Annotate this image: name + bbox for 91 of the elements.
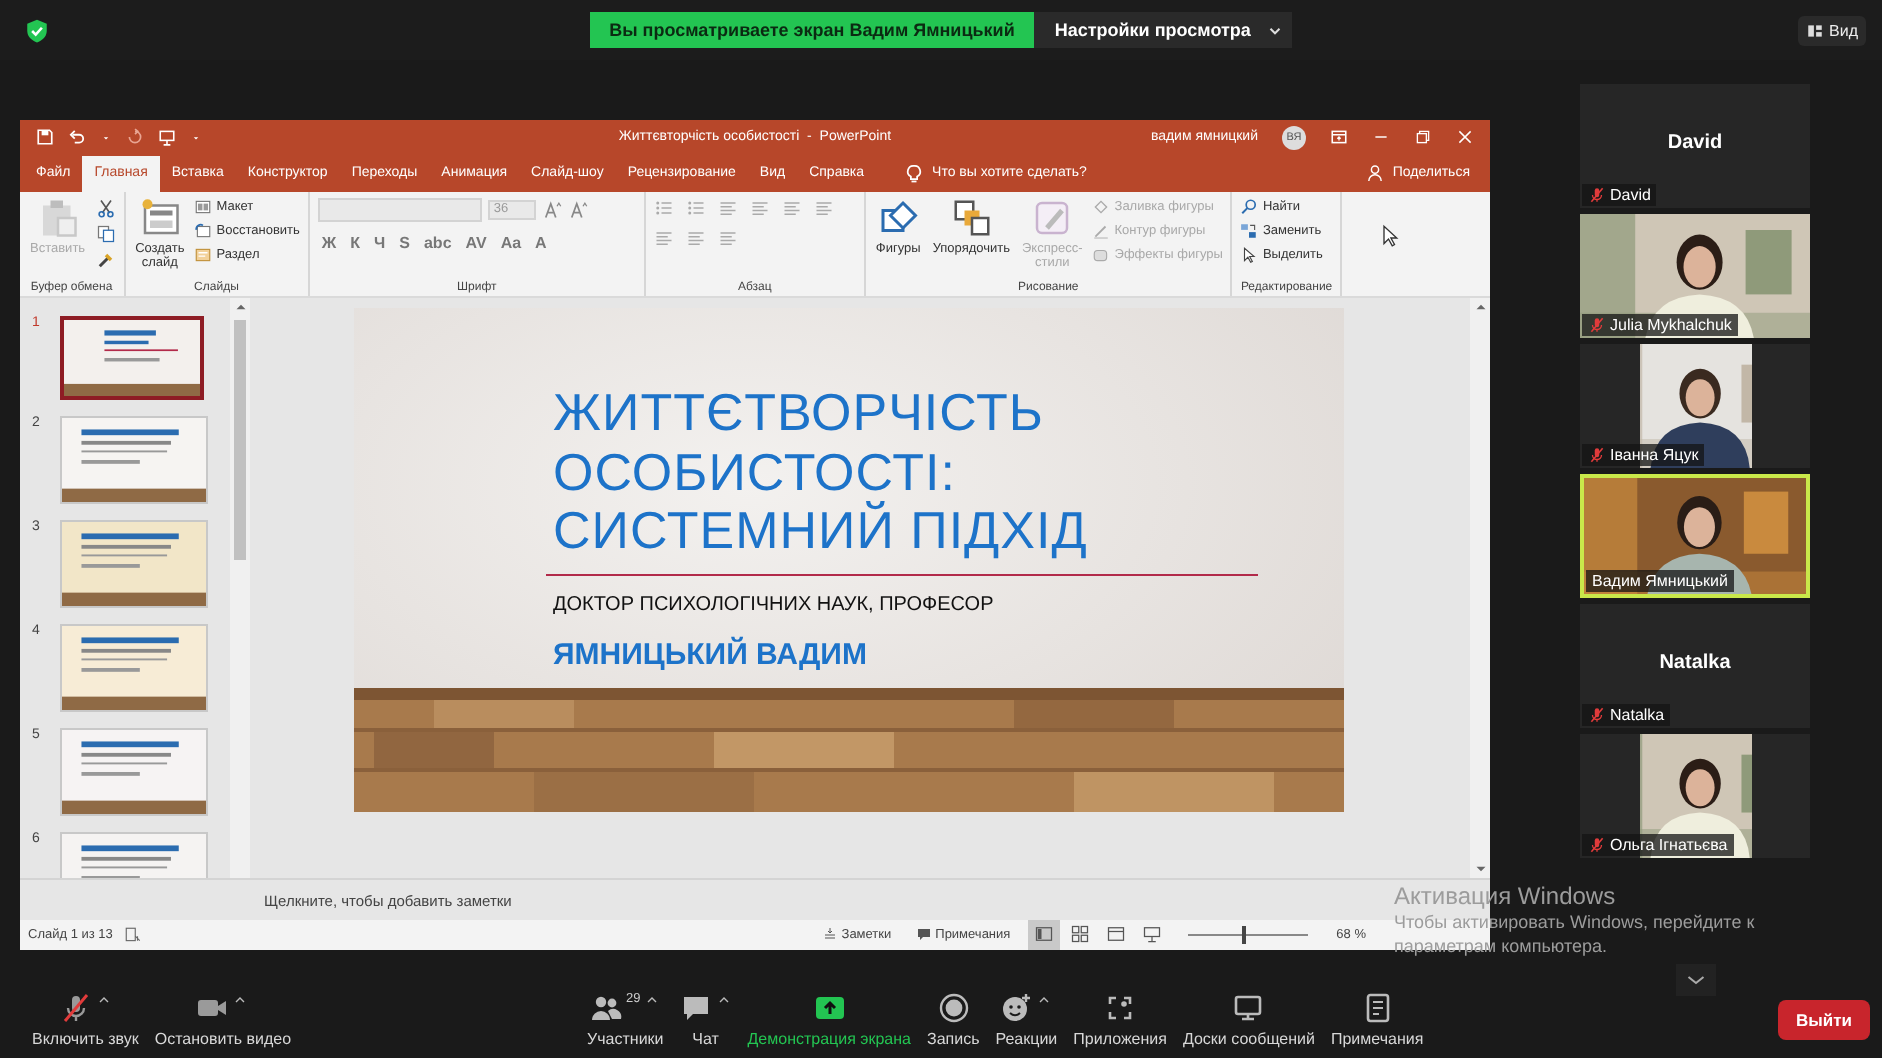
toolbar-button[interactable]: Примечания [1322,991,1432,1047]
replace-icon [1240,221,1259,240]
paint-bucket-icon [1092,197,1111,216]
scroll-down-button[interactable] [1676,964,1716,996]
participant-name: Іванна Яцук [1582,444,1705,466]
lightbulb-icon [904,163,925,184]
format-button[interactable]: AV [461,233,491,252]
person-icon [1366,164,1385,183]
chat-icon [679,991,712,1023]
toolbar-button[interactable]: Чат [671,991,740,1047]
format-button[interactable]: К [346,233,365,252]
arrange-icon [951,197,992,238]
format-button[interactable]: S [395,233,414,252]
format-button[interactable]: Aa [496,233,526,252]
cursor-icon [1240,245,1259,264]
redo-icon[interactable] [126,128,144,147]
copy-icon[interactable] [95,223,116,244]
presentation-icon[interactable] [158,128,176,147]
view-mode-button[interactable] [1028,919,1061,950]
slide-sorter-icon [1070,924,1091,945]
viewing-banner: Вы просматриваете экран Вадим Ямницький [589,12,1035,48]
toolbar-button[interactable]: Доски сообщений [1174,991,1323,1047]
layout-icon [194,197,213,216]
participant-tile[interactable]: Natalka Natalka [1580,604,1810,728]
shapes-icon [878,197,919,238]
caret-icon[interactable] [100,131,112,144]
pencil-icon [1092,221,1111,240]
new-slide-icon [139,197,180,238]
participant-name: David [1582,184,1657,206]
style-icon [1032,197,1073,238]
scissors-icon[interactable] [95,197,116,218]
participant-name: Julia Mykhalchuk [1582,314,1738,336]
toolbar-button[interactable]: Приложения [1065,991,1175,1047]
apps-icon [1104,991,1137,1023]
scrollbar-thumb[interactable] [234,320,246,561]
font-size-icon[interactable] [567,199,588,220]
shield-icon [24,17,50,43]
mouse-pointer-icon [1378,223,1403,248]
view-options-button[interactable]: Настройки просмотра [1034,12,1293,48]
comment-icon [915,926,932,943]
slide-author: ЯМНИЦЬКИЙ ВАДИМ [553,638,869,673]
smiley-icon [1000,991,1033,1023]
participant-tile[interactable]: Іванна Яцук [1580,344,1810,468]
toolbar-button[interactable]: Реакции [987,991,1066,1047]
font-name-field[interactable] [317,197,482,222]
brush-icon[interactable] [95,249,116,270]
participant-tile[interactable]: Ольга Ігнатьєва [1580,734,1810,858]
participant-title: David [1667,132,1723,158]
clipboard-icon [37,197,78,238]
close-icon[interactable] [1456,128,1474,147]
participant-tile[interactable]: Вадим Ямницький [1580,474,1810,598]
participant-name: Natalka [1582,704,1671,726]
people-icon [590,991,623,1023]
notepad-icon [1361,991,1394,1023]
format-button[interactable]: Ж [317,233,341,252]
normal-view-icon [1034,924,1055,945]
slide-thumbnail[interactable] [60,316,204,401]
participant-name: Вадим Ямницький [1586,570,1734,592]
slideshow-icon [1142,924,1163,945]
section-icon [194,245,213,264]
effects-icon [1092,245,1111,264]
toolbar-button[interactable]: Остановить видео [146,991,300,1047]
toolbar-button[interactable]: Включить звук [24,991,147,1047]
participant-tile[interactable]: David David [1580,84,1810,208]
format-button[interactable]: A [531,233,551,252]
font-size-icon[interactable] [541,199,562,220]
caret-icon[interactable] [190,131,202,144]
save-icon[interactable] [36,128,54,147]
toolbar-button[interactable]: Демонстрация экрана [739,991,919,1047]
share-screen-icon [813,991,846,1023]
reset-icon [194,221,213,240]
participant-name: Ольга Ігнатьєва [1582,834,1734,856]
search-icon [1240,197,1259,216]
slide-title: ЖИТТЄТВОРЧІСТЬ ОСОБИСТОСТІ: СИСТЕМНИЙ ПІДХІД [553,384,1090,561]
view-button[interactable]: Вид [1797,15,1866,45]
toolbar-button[interactable]: Запись [919,991,988,1047]
notes-icon [821,926,838,943]
layout-icon [1805,21,1824,39]
whiteboard-icon [1232,991,1265,1023]
ribbon-display-icon[interactable] [1330,128,1348,147]
slide-subtitle: ДОКТОР ПСИХОЛОГІЧНИХ НАУК, ПРОФЕСОР [553,594,996,617]
format-button[interactable]: Ч [370,233,390,252]
restore-icon[interactable] [1414,128,1432,147]
muted-mic-icon [59,991,92,1023]
reading-view-icon [1106,924,1127,945]
accessibility-icon[interactable] [124,925,143,944]
record-icon [937,991,970,1023]
participant-tile[interactable]: Julia Mykhalchuk [1580,214,1810,338]
undo-icon[interactable] [68,128,86,147]
format-button[interactable]: abc [419,233,456,252]
leave-button[interactable]: Выйти [1777,999,1870,1039]
